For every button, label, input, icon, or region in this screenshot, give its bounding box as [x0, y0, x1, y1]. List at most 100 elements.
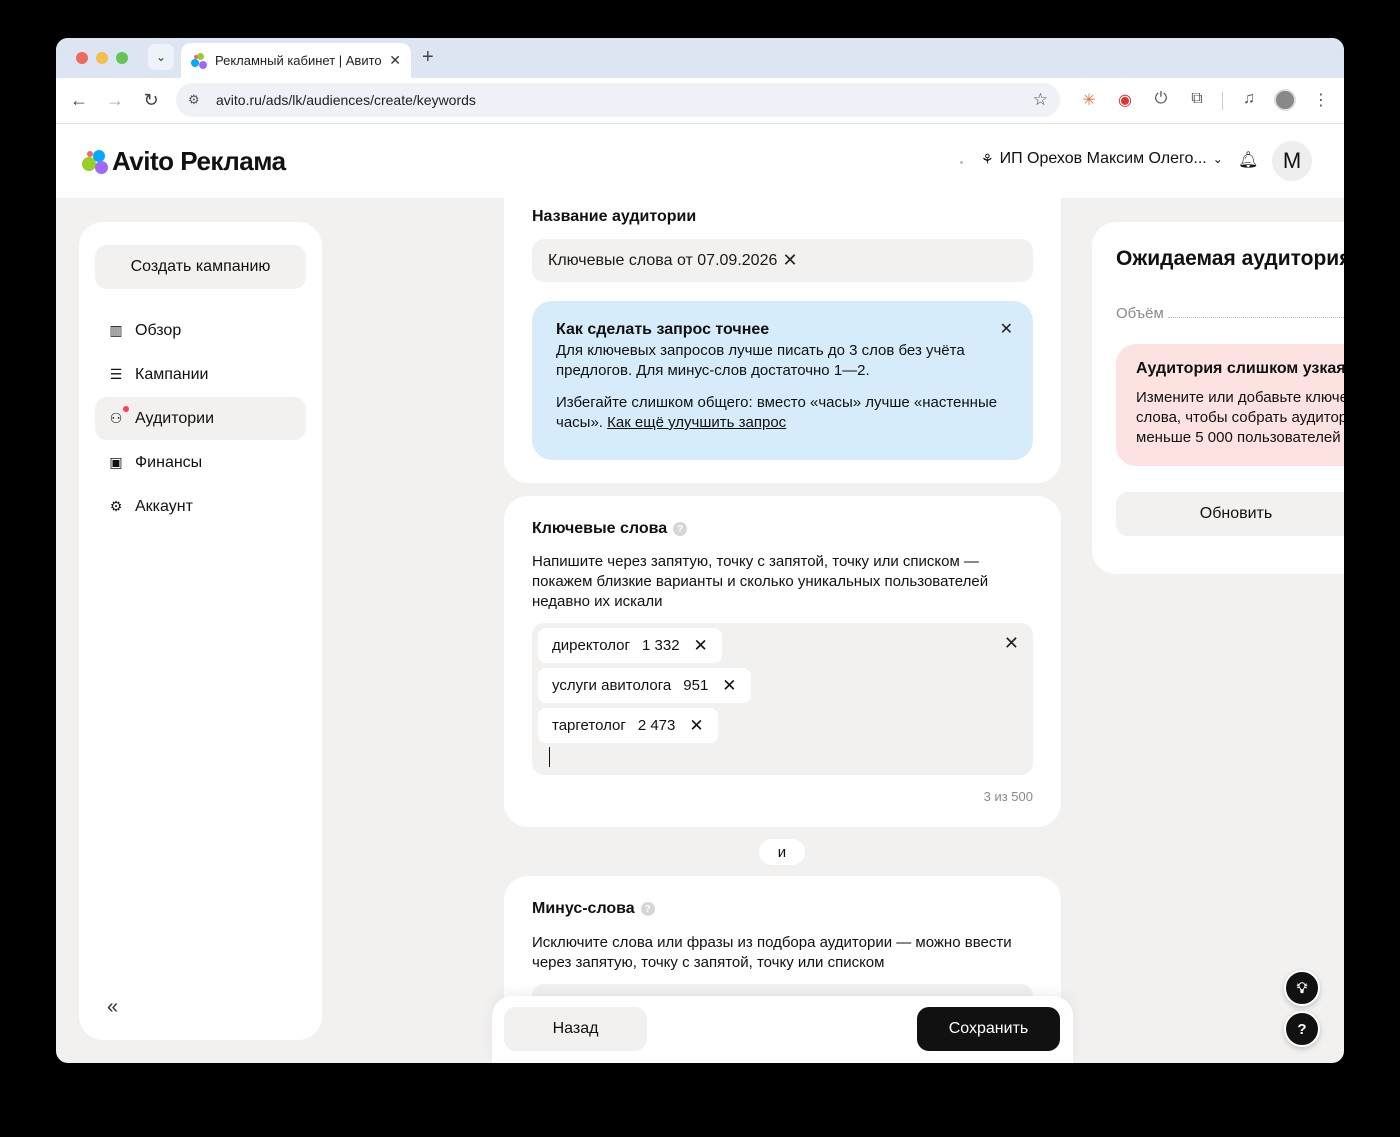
warning-box: Аудитория слишком узкая Измените или доб…	[1116, 344, 1344, 466]
tab-close-icon[interactable]: ✕	[389, 52, 401, 69]
audience-name-input[interactable]: Ключевые слова от 07.09.2026 ✕	[532, 239, 1033, 282]
logo-dots-icon	[82, 148, 110, 176]
app-header: Avito Реклама ⚘ ИП Орехов Максим Олего..…	[56, 124, 1344, 198]
volume-row: Объём	[1116, 305, 1344, 322]
sidebar-item-label: Кампании	[135, 365, 209, 383]
audience-name-label: Название аудитории	[532, 208, 697, 225]
remove-tag-icon[interactable]: ✕	[694, 636, 708, 656]
and-separator: и	[759, 839, 805, 865]
keyword-count: 1 332	[642, 637, 680, 654]
extension-record-icon[interactable]: ◉	[1114, 90, 1136, 110]
notification-badge	[123, 406, 129, 412]
url-text: avito.ru/ads/lk/audiences/create/keyword…	[216, 92, 476, 108]
dotted-leader	[1167, 317, 1344, 318]
audience-name-card: Название аудитории Ключевые слова от 07.…	[504, 188, 1061, 483]
expected-audience-title: Ожидаемая аудитория	[1116, 247, 1344, 270]
reload-icon[interactable]: ↻	[140, 90, 162, 111]
audience-name-value: Ключевые слова от 07.09.2026	[548, 251, 778, 269]
address-bar[interactable]: ⚙ avito.ru/ads/lk/audiences/create/keywo…	[176, 83, 1060, 117]
avito-favicon-icon	[191, 52, 207, 69]
help-button[interactable]: ?	[1284, 1011, 1320, 1047]
account-switcher[interactable]: ⚘ ИП Орехов Максим Олего... ⌄	[981, 150, 1223, 168]
header-separator-dot	[960, 161, 963, 164]
warning-title: Аудитория слишком узкая	[1136, 360, 1344, 377]
save-button[interactable]: Сохранить	[917, 1007, 1060, 1051]
remove-tag-icon[interactable]: ✕	[722, 676, 736, 696]
keyword-text: таргетолог	[552, 717, 626, 734]
tab-search-icon[interactable]: ⌄	[148, 44, 174, 70]
tip-text-secondary: Избегайте слишком общего: вместо «часы» …	[556, 394, 998, 431]
keywords-description: Напишите через запятую, точку с запятой,…	[532, 553, 989, 610]
clear-icon[interactable]: ✕	[783, 250, 1018, 271]
sidebar-item-audiences[interactable]: ⚇ Аудитории	[95, 397, 306, 440]
sidebar-item-finances[interactable]: ▣ Финансы	[95, 441, 306, 484]
back-button[interactable]: Назад	[504, 1007, 647, 1051]
keyword-tag: услуги авитолога 951 ✕	[538, 668, 751, 703]
sidebar-item-label: Обзор	[135, 321, 182, 339]
keywords-counter: 3 из 500	[983, 789, 1033, 804]
tab-title: Рекламный кабинет | Авито	[215, 53, 382, 68]
profile-avatar[interactable]	[1274, 89, 1296, 111]
kebab-menu-icon[interactable]: ⋮	[1310, 90, 1332, 110]
user-avatar[interactable]: М	[1272, 141, 1312, 181]
create-campaign-button[interactable]: Создать кампанию	[95, 245, 306, 289]
chart-icon: ▥	[109, 322, 123, 338]
tab-bar: ⌄ Рекламный кабинет | Авито ✕ +	[56, 38, 1344, 78]
tip-link[interactable]: Как ещё улучшить запрос	[607, 414, 786, 431]
avito-logo[interactable]: Avito Реклама	[82, 146, 286, 177]
close-window-button[interactable]	[76, 52, 88, 64]
extensions-puzzle-icon[interactable]: ⧉	[1186, 90, 1208, 108]
new-tab-icon[interactable]: +	[422, 46, 434, 69]
minimize-window-button[interactable]	[96, 52, 108, 64]
forward-icon[interactable]: →	[104, 90, 126, 111]
sidebar-item-label: Финансы	[135, 453, 203, 471]
back-icon[interactable]: ←	[68, 90, 90, 111]
toolbar-divider	[1222, 92, 1223, 110]
refresh-button[interactable]: Обновить	[1116, 492, 1344, 536]
gear-icon: ⚙	[109, 498, 123, 514]
bell-icon[interactable]: 🔔︎	[1238, 150, 1258, 170]
bookmark-star-icon[interactable]: ☆	[1033, 90, 1048, 110]
tip-box: Как сделать запрос точнее Для ключевых з…	[532, 301, 1033, 460]
help-icon[interactable]: ?	[640, 902, 655, 916]
tip-title: Как сделать запрос точнее	[556, 321, 770, 338]
close-icon[interactable]: ✕	[1000, 319, 1013, 339]
browser-tab[interactable]: Рекламный кабинет | Авито ✕	[181, 43, 411, 78]
logo-text: Avito Реклама	[112, 146, 286, 176]
organization-icon: ⚘	[981, 150, 994, 167]
users-icon: ⚇	[107, 406, 129, 427]
sidebar-item-overview[interactable]: ▥ Обзор	[95, 309, 306, 352]
sidebar-item-account[interactable]: ⚙ Аккаунт	[95, 485, 306, 528]
sidebar: Создать кампанию ▥ Обзор ☰ Кампании ⚇ Ау…	[79, 222, 322, 1040]
keyword-tag: директолог 1 332 ✕	[538, 628, 722, 663]
remove-tag-icon[interactable]: ✕	[689, 716, 703, 736]
extension-power-icon[interactable]: ⏻	[1150, 90, 1172, 108]
chevron-down-icon: ⌄	[1212, 152, 1223, 166]
warning-text: Измените или добавьте ключевые слова, чт…	[1136, 389, 1344, 446]
help-icon[interactable]: ?	[673, 522, 688, 536]
wallet-icon: ▣	[109, 454, 123, 470]
keyword-tag: таргетолог 2 473 ✕	[538, 708, 718, 743]
keywords-label: Ключевые слова ?	[532, 520, 688, 538]
maximize-window-button[interactable]	[116, 52, 128, 64]
keywords-input[interactable]: директолог 1 332 ✕ услуги авитолога 951 …	[532, 623, 1033, 775]
keyword-text: директолог	[552, 637, 630, 654]
keywords-card: Ключевые слова ? Напишите через запятую,…	[504, 496, 1061, 827]
sidebar-item-label: Аккаунт	[135, 497, 193, 515]
extension-claude-icon[interactable]: ✳	[1078, 90, 1100, 110]
tip-text: Для ключевых запросов лучше писать до 3 …	[556, 342, 965, 379]
sidebar-item-label: Аудитории	[135, 409, 215, 427]
account-name: ИП Орехов Максим Олего...	[999, 150, 1207, 167]
text-caret	[549, 747, 550, 767]
list-icon: ☰	[109, 366, 123, 382]
clear-all-icon[interactable]: ✕	[1004, 633, 1019, 654]
lightbulb-icon[interactable]: 💡︎	[1284, 970, 1320, 1006]
minus-words-label: Минус-слова ?	[532, 900, 655, 918]
browser-toolbar: ← → ↻ ⚙ avito.ru/ads/lk/audiences/create…	[56, 78, 1344, 124]
action-bar: Назад Сохранить	[492, 996, 1073, 1063]
site-info-icon[interactable]: ⚙	[188, 92, 206, 108]
media-control-icon[interactable]: ♫	[1238, 90, 1260, 108]
sidebar-item-campaigns[interactable]: ☰ Кампании	[95, 353, 306, 396]
keyword-count: 951	[683, 677, 709, 694]
collapse-sidebar-icon[interactable]: «	[107, 996, 118, 1019]
